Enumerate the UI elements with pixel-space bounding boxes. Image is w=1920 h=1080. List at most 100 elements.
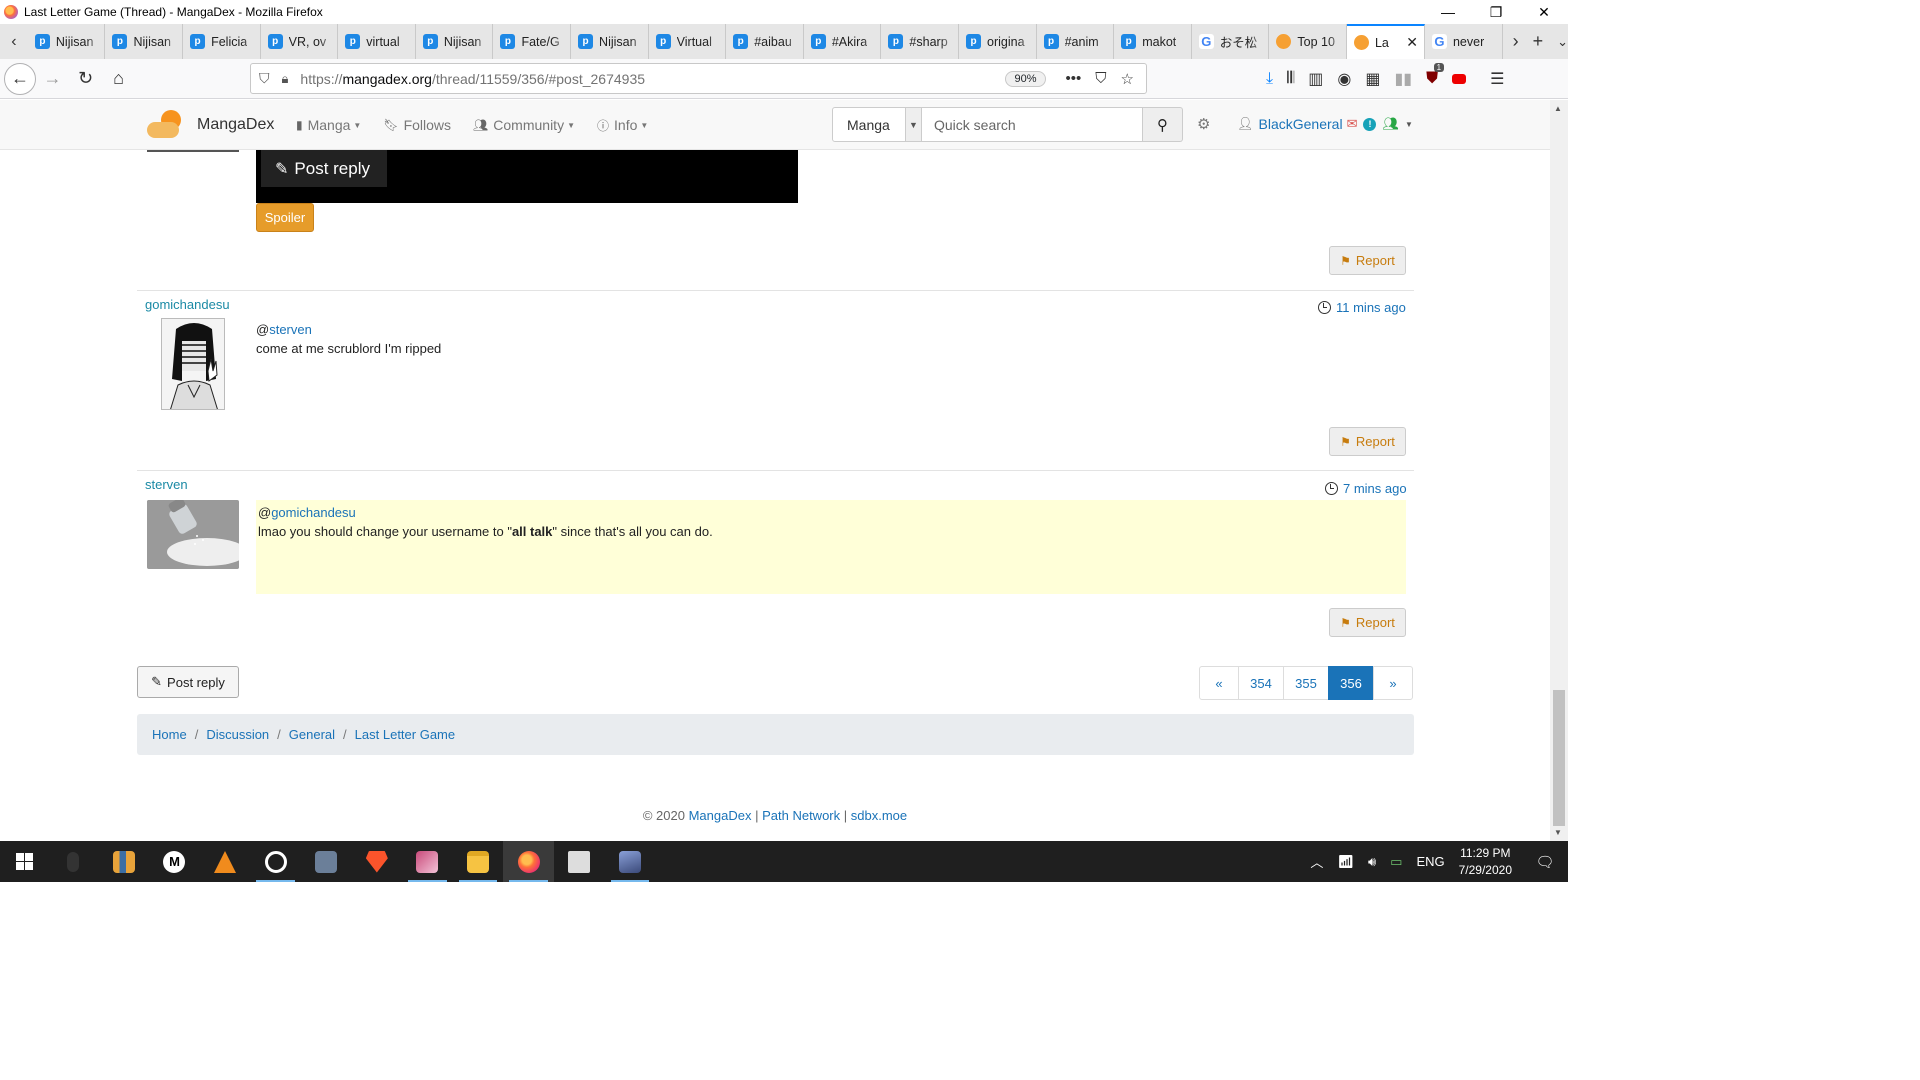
- library-icon[interactable]: 𝄃𝄃: [1287, 70, 1294, 88]
- input-language[interactable]: ENG: [1416, 854, 1444, 869]
- friends-icon[interactable]: 👥︎: [1382, 116, 1399, 132]
- browser-tab[interactable]: p virtual: [338, 24, 416, 59]
- extension-grid-icon[interactable]: ▦: [1365, 69, 1380, 89]
- volume-icon[interactable]: 🔊︎: [1368, 854, 1376, 870]
- tabs-scroll-left-icon[interactable]: ‹: [0, 24, 28, 59]
- username[interactable]: BlackGeneral: [1259, 116, 1343, 132]
- browser-tab[interactable]: p #aibau: [726, 24, 804, 59]
- search-input[interactable]: [922, 107, 1143, 142]
- mail-icon[interactable]: ✉: [1347, 116, 1358, 132]
- report-button[interactable]: ⚑ Report: [1329, 427, 1406, 456]
- breadcrumb-general[interactable]: General: [289, 727, 335, 742]
- search-type-select[interactable]: Manga ▼: [832, 107, 922, 142]
- back-arrow-icon[interactable]: ←: [4, 62, 36, 95]
- mention-link[interactable]: sterven: [269, 322, 312, 337]
- menu-community[interactable]: 👥︎ Community ▼: [473, 117, 575, 133]
- close-window-button[interactable]: ✕: [1520, 0, 1568, 24]
- tabs-scroll-right-icon[interactable]: ›: [1513, 31, 1519, 52]
- account-icon[interactable]: ◉: [1337, 69, 1351, 89]
- taskbar-books-app[interactable]: [99, 841, 150, 882]
- browser-tab[interactable]: p origina: [959, 24, 1037, 59]
- breadcrumb-thread[interactable]: Last Letter Game: [355, 727, 455, 742]
- avatar[interactable]: [147, 500, 239, 569]
- page-actions-icon[interactable]: •••: [1066, 70, 1082, 88]
- settings-gear-icon[interactable]: ⚙: [1197, 115, 1210, 133]
- browser-tab[interactable]: p Fate/G: [493, 24, 572, 59]
- scroll-thumb[interactable]: [1553, 690, 1565, 826]
- tracking-shield-icon[interactable]: ⛉: [259, 70, 270, 87]
- post-username[interactable]: gomichandesu: [145, 297, 230, 312]
- caret-down-icon[interactable]: ▼: [1405, 120, 1413, 129]
- browser-tab[interactable]: p Virtual: [649, 24, 727, 59]
- footer-sdbx-link[interactable]: sdbx.moe: [851, 808, 907, 823]
- menu-follows[interactable]: 🔖︎ Follows: [383, 117, 451, 133]
- browser-tab[interactable]: Top 10: [1269, 24, 1347, 59]
- battery-icon[interactable]: ▭: [1390, 854, 1402, 870]
- post-timestamp[interactable]: 11 mins ago: [1318, 300, 1406, 315]
- report-button[interactable]: ⚑ Report: [1329, 246, 1406, 275]
- browser-tab[interactable]: p #anim: [1037, 24, 1115, 59]
- search-button[interactable]: ⚲: [1143, 107, 1183, 142]
- pocket-icon[interactable]: ⛉: [1095, 70, 1106, 88]
- page-354[interactable]: 354: [1238, 666, 1284, 700]
- page-scrollbar[interactable]: ▲ ▼: [1550, 100, 1568, 841]
- minimize-button[interactable]: —: [1424, 0, 1472, 24]
- taskbar-app-6[interactable]: [301, 841, 352, 882]
- youtube-extension-icon[interactable]: [1452, 74, 1467, 84]
- ublock-icon[interactable]: ⛊ 1: [1426, 63, 1445, 88]
- tab-active[interactable]: La ✕: [1346, 24, 1425, 59]
- browser-tab[interactable]: p makot: [1114, 24, 1192, 59]
- last-page-button[interactable]: »: [1373, 666, 1413, 700]
- page-355[interactable]: 355: [1283, 666, 1329, 700]
- taskbar-m-app[interactable]: M: [149, 841, 200, 882]
- footer-path-network-link[interactable]: Path Network: [762, 808, 840, 823]
- report-button[interactable]: ⚑ Report: [1329, 608, 1406, 637]
- taskbar-media-app[interactable]: [250, 841, 301, 882]
- first-page-button[interactable]: «: [1199, 666, 1239, 700]
- notification-info-icon[interactable]: !: [1363, 117, 1377, 131]
- site-brand[interactable]: MangaDex: [147, 108, 274, 142]
- taskbar-clock[interactable]: 11:29 PM 7/29/2020: [1459, 845, 1512, 879]
- home-icon[interactable]: ⌂: [102, 64, 135, 94]
- hamburger-menu-icon[interactable]: ☰: [1490, 69, 1504, 89]
- browser-tab[interactable]: p VR, ov: [261, 24, 339, 59]
- mention-link[interactable]: gomichandesu: [271, 505, 356, 520]
- browser-tab[interactable]: G おそ松: [1192, 24, 1270, 59]
- breadcrumb-discussion[interactable]: Discussion: [206, 727, 269, 742]
- breadcrumb-home[interactable]: Home: [152, 727, 187, 742]
- browser-tab[interactable]: Gnever: [1425, 24, 1503, 59]
- taskbar-image-app[interactable]: [402, 841, 453, 882]
- taskbar-document-app[interactable]: [554, 841, 605, 882]
- downloads-icon[interactable]: ⤓: [1266, 70, 1273, 88]
- browser-tab[interactable]: p Nijisan: [571, 24, 649, 59]
- taskbar-mouse-app[interactable]: [48, 841, 99, 882]
- wifi-icon[interactable]: 📶︎: [1337, 854, 1354, 870]
- browser-tab[interactable]: p #sharp: [881, 24, 960, 59]
- url-bar[interactable]: ⛉ 🔒︎ https://mangadex.org/thread/11559/3…: [250, 63, 1147, 94]
- sidebar-icon[interactable]: ▥: [1308, 69, 1323, 89]
- taskbar-firefox[interactable]: [503, 841, 554, 882]
- bookmark-star-icon[interactable]: ☆: [1121, 70, 1134, 88]
- avatar[interactable]: [161, 318, 225, 410]
- menu-info[interactable]: ⓘ Info ▼: [597, 117, 648, 134]
- post-username[interactable]: sterven: [145, 477, 188, 492]
- taskbar-brave[interactable]: [352, 841, 403, 882]
- spoiler-button[interactable]: Spoiler: [256, 203, 314, 232]
- taskbar-file-explorer[interactable]: [453, 841, 504, 882]
- footer-mangadex-link[interactable]: MangaDex: [689, 808, 752, 823]
- reload-icon[interactable]: ↻: [69, 64, 102, 94]
- list-all-tabs-icon[interactable]: ⌄: [1557, 34, 1568, 50]
- new-tab-icon[interactable]: +: [1533, 31, 1544, 52]
- show-hidden-icons-icon[interactable]: ︿: [1310, 852, 1323, 871]
- browser-tab[interactable]: p Felicia: [183, 24, 261, 59]
- start-button[interactable]: [0, 841, 48, 882]
- taskbar-anime-app[interactable]: [605, 841, 656, 882]
- page-356[interactable]: 356: [1328, 666, 1374, 700]
- menu-manga[interactable]: ▮ Manga ▼: [296, 117, 361, 133]
- browser-tab[interactable]: p Nijisan: [28, 24, 106, 59]
- url-text[interactable]: https://mangadex.org/thread/11559/356/#p…: [300, 71, 1005, 87]
- restore-button[interactable]: ❐: [1472, 0, 1520, 24]
- close-tab-icon[interactable]: ✕: [1406, 34, 1418, 51]
- forward-arrow-icon[interactable]: →: [36, 64, 69, 94]
- user-menu[interactable]: 👤︎ BlackGeneral ✉ ! 👥︎ ▼: [1237, 116, 1413, 132]
